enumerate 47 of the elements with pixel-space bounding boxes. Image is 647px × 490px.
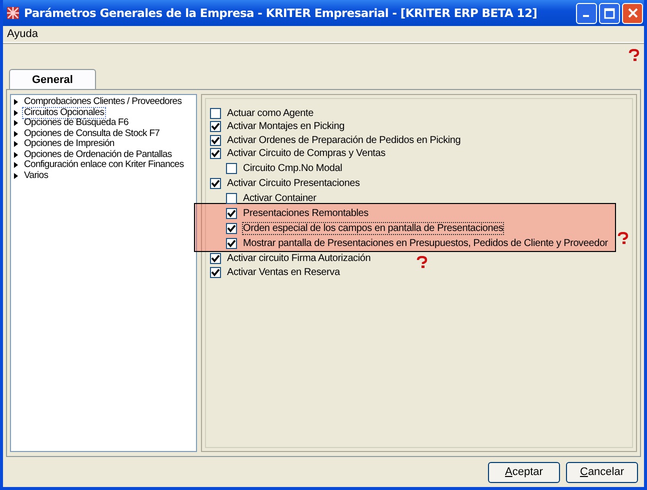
checkbox-label[interactable]: Activar Montajes en Picking [226,120,346,134]
help-icon[interactable] [617,232,629,244]
checkbox-label[interactable]: Activar Ventas en Reserva [226,266,341,279]
checkbox[interactable] [210,178,221,190]
checkbox[interactable] [210,266,221,278]
help-icon[interactable] [416,256,428,268]
tree-item[interactable]: Comprobaciones Clientes / Proveedores [22,96,184,108]
tree-item[interactable]: Opciones de Consulta de Stock F7 [22,128,162,140]
close-button[interactable] [622,2,643,24]
help-icon[interactable] [628,49,640,61]
checkbox[interactable] [210,108,221,119]
checkbox-label[interactable]: Orden especial de los campos en pantalla de Presentaciones [242,222,504,236]
checkbox-label[interactable]: Activar Ordenes de Preparación de Pedidos en Picking [226,134,462,147]
checkbox[interactable] [226,208,237,220]
checkbox-label[interactable]: Mostrar pantalla de Presentaciones en Presupuestos, Pedidos de Cliente y Proveedor [242,237,609,250]
checkbox[interactable] [210,121,221,132]
tree-item[interactable]: Opciones de Impresión [22,138,116,150]
window-title: Parámetros Generales de la Empresa - KRITER Empresarial - [KRITER ERP BETA 12] [24,6,538,20]
checkbox[interactable] [210,148,221,160]
checkbox-label[interactable]: Presentaciones Remontables [242,207,370,220]
tree-item[interactable]: Opciones de Búsqueda F6 [22,117,130,130]
checkbox-label[interactable]: Circuito Cmp.No Modal [242,162,344,176]
tree-item[interactable]: Opciones de Ordenación de Pantallas [22,148,174,161]
close-icon [628,8,638,18]
tree-item[interactable]: Circuitos Opcionales [22,106,106,119]
menu-item[interactable]: Ayuda [7,28,38,40]
minimize-button[interactable] [576,2,597,24]
checkbox-label[interactable]: Actuar como Agente [226,107,314,120]
checkbox[interactable] [210,253,221,264]
checkbox-label[interactable]: Activar Circuito de Compras y Ventas [226,147,386,160]
minimize-icon [582,15,588,17]
tree-item[interactable]: Varios [22,170,50,182]
maximize-button[interactable] [599,2,620,24]
checkbox-label[interactable]: Activar circuito Firma Autorización [226,252,372,266]
checkbox[interactable] [226,163,237,174]
app-icon [6,6,20,20]
checkbox[interactable] [210,134,221,146]
checkbox[interactable] [226,193,237,204]
maximize-icon [604,8,615,18]
checkbox-label[interactable]: Activar Container [242,192,318,206]
checkbox[interactable] [226,238,237,250]
tab[interactable]: General [9,69,96,89]
tree-item[interactable]: Configuración enlace con Kriter Finances [22,159,186,172]
dialog-button[interactable]: Aceptar [488,462,560,482]
checkbox[interactable] [226,223,237,234]
dialog-button[interactable]: Cancelar [566,462,638,482]
checkbox-label[interactable]: Activar Circuito Presentaciones [226,177,361,190]
